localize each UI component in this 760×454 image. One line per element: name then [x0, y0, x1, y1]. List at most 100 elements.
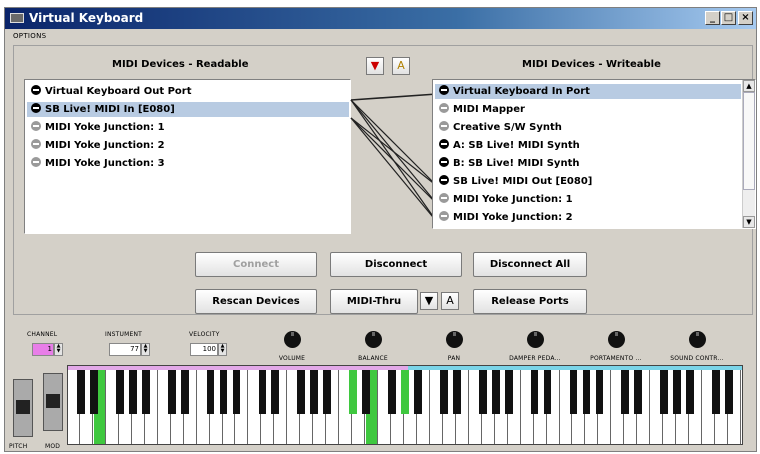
- rescan-devices-button[interactable]: Rescan Devices: [195, 289, 317, 314]
- scroll-down-button[interactable]: ▼: [743, 216, 755, 228]
- knob-5[interactable]: [608, 331, 625, 348]
- connection-line: [350, 93, 438, 101]
- midi-thru-sort-icon[interactable]: A: [441, 292, 459, 310]
- readable-item-label: Virtual Keyboard Out Port: [45, 86, 192, 97]
- black-key[interactable]: [414, 370, 422, 414]
- black-key[interactable]: [232, 370, 241, 414]
- black-key[interactable]: [115, 370, 124, 414]
- pitch-wheel[interactable]: [13, 379, 33, 437]
- black-key[interactable]: [660, 370, 669, 414]
- wheel-area: PITCH MOD: [5, 373, 71, 453]
- black-key[interactable]: [673, 370, 682, 414]
- close-button[interactable]: ×: [738, 11, 753, 25]
- black-key[interactable]: [712, 370, 720, 414]
- black-key[interactable]: [77, 370, 85, 414]
- black-key[interactable]: [180, 370, 189, 414]
- black-key[interactable]: [310, 370, 319, 414]
- knob-label: SOUND CONTR...: [670, 355, 724, 362]
- title-bar[interactable]: Virtual Keyboard _ □ ×: [5, 8, 756, 29]
- black-key[interactable]: [388, 370, 396, 414]
- knob-3[interactable]: [446, 331, 463, 348]
- writeable-item[interactable]: Creative S/W Synth: [435, 120, 741, 135]
- black-key[interactable]: [634, 370, 643, 414]
- black-key[interactable]: [271, 370, 280, 414]
- black-key[interactable]: [491, 370, 500, 414]
- disconnect-all-button[interactable]: Disconnect All: [473, 252, 587, 277]
- midi-port-icon: [31, 157, 41, 167]
- scroll-up-button[interactable]: ▲: [743, 80, 755, 92]
- black-key[interactable]: [349, 370, 358, 414]
- black-key[interactable]: [323, 370, 332, 414]
- midi-thru-filter-icon[interactable]: ▼: [420, 292, 438, 310]
- readable-item[interactable]: MIDI Yoke Junction: 2: [27, 138, 349, 153]
- list-scrollbar[interactable]: ▲ ▼: [742, 80, 755, 228]
- black-key[interactable]: [258, 370, 267, 414]
- minimize-button[interactable]: _: [705, 11, 720, 25]
- black-key[interactable]: [206, 370, 215, 414]
- writeable-item[interactable]: MIDI Yoke Junction: 2: [435, 210, 741, 225]
- menu-options[interactable]: OPTIONS: [13, 32, 46, 40]
- black-key[interactable]: [362, 370, 370, 414]
- piano-keyboard[interactable]: [67, 365, 743, 445]
- black-key[interactable]: [686, 370, 695, 414]
- black-key[interactable]: [621, 370, 630, 414]
- readable-item[interactable]: Virtual Keyboard Out Port: [27, 84, 349, 99]
- black-key[interactable]: [439, 370, 448, 414]
- connect-button[interactable]: Connect: [195, 252, 317, 277]
- writeable-item[interactable]: A: SB Live! MIDI Synth: [435, 138, 741, 153]
- maximize-button[interactable]: □: [721, 11, 736, 25]
- writeable-device-list[interactable]: ▲ ▼ Virtual Keyboard In Port MIDI Mapper C…: [432, 79, 756, 229]
- knob-6[interactable]: [689, 331, 706, 348]
- black-key[interactable]: [297, 370, 306, 414]
- velocity-field[interactable]: 100: [190, 343, 218, 356]
- black-key[interactable]: [452, 370, 461, 414]
- midi-port-icon: [439, 193, 449, 203]
- writeable-item[interactable]: SB Live! MIDI Out [E080]: [435, 174, 741, 189]
- readable-item[interactable]: MIDI Yoke Junction: 3: [27, 156, 349, 171]
- black-key[interactable]: [167, 370, 176, 414]
- black-key[interactable]: [569, 370, 578, 414]
- writeable-item[interactable]: MIDI Mapper: [435, 102, 741, 117]
- mod-wheel[interactable]: [43, 373, 63, 431]
- writeable-item-label: SB Live! MIDI Out [E080]: [453, 176, 593, 187]
- midi-port-icon: [31, 121, 41, 131]
- black-key[interactable]: [582, 370, 591, 414]
- scroll-thumb[interactable]: [743, 92, 755, 190]
- channel-stepper[interactable]: ▲ ▼: [54, 343, 63, 356]
- filter-icon[interactable]: ▼: [366, 57, 384, 75]
- mod-label: MOD: [45, 443, 61, 450]
- black-key[interactable]: [219, 370, 228, 414]
- channel-field[interactable]: 1: [32, 343, 54, 356]
- knob-2[interactable]: [365, 331, 382, 348]
- black-key[interactable]: [530, 370, 539, 414]
- knob-1[interactable]: [284, 331, 301, 348]
- midi-port-icon: [31, 139, 41, 149]
- knob-4[interactable]: [527, 331, 544, 348]
- black-key[interactable]: [725, 370, 733, 414]
- writeable-item-label: A: SB Live! MIDI Synth: [453, 140, 580, 151]
- midi-port-icon: [439, 139, 449, 149]
- velocity-stepper[interactable]: ▲ ▼: [218, 343, 227, 356]
- writeable-item[interactable]: MIDI Yoke Junction: 1: [435, 192, 741, 207]
- black-key[interactable]: [543, 370, 552, 414]
- black-key[interactable]: [478, 370, 487, 414]
- black-key[interactable]: [128, 370, 137, 414]
- release-ports-button[interactable]: Release Ports: [473, 289, 587, 314]
- readable-device-list[interactable]: Virtual Keyboard Out Port SB Live! MIDI I…: [24, 79, 351, 234]
- sort-icon[interactable]: A: [392, 57, 410, 75]
- writeable-item-label: MIDI Mapper: [453, 104, 525, 115]
- black-key[interactable]: [504, 370, 513, 414]
- midi-port-icon: [31, 103, 41, 113]
- black-key[interactable]: [595, 370, 604, 414]
- disconnect-button[interactable]: Disconnect: [330, 252, 462, 277]
- instrument-field[interactable]: 77: [109, 343, 141, 356]
- black-key[interactable]: [401, 370, 409, 414]
- readable-item[interactable]: MIDI Yoke Junction: 1: [27, 120, 349, 135]
- midi-thru-button[interactable]: MIDI-Thru: [330, 289, 418, 314]
- writeable-item[interactable]: Virtual Keyboard In Port: [435, 84, 741, 99]
- instrument-stepper[interactable]: ▲ ▼: [141, 343, 150, 356]
- black-key[interactable]: [141, 370, 150, 414]
- black-key[interactable]: [90, 370, 98, 414]
- readable-item[interactable]: SB Live! MIDI In [E080]: [27, 102, 349, 117]
- writeable-item[interactable]: B: SB Live! MIDI Synth: [435, 156, 741, 171]
